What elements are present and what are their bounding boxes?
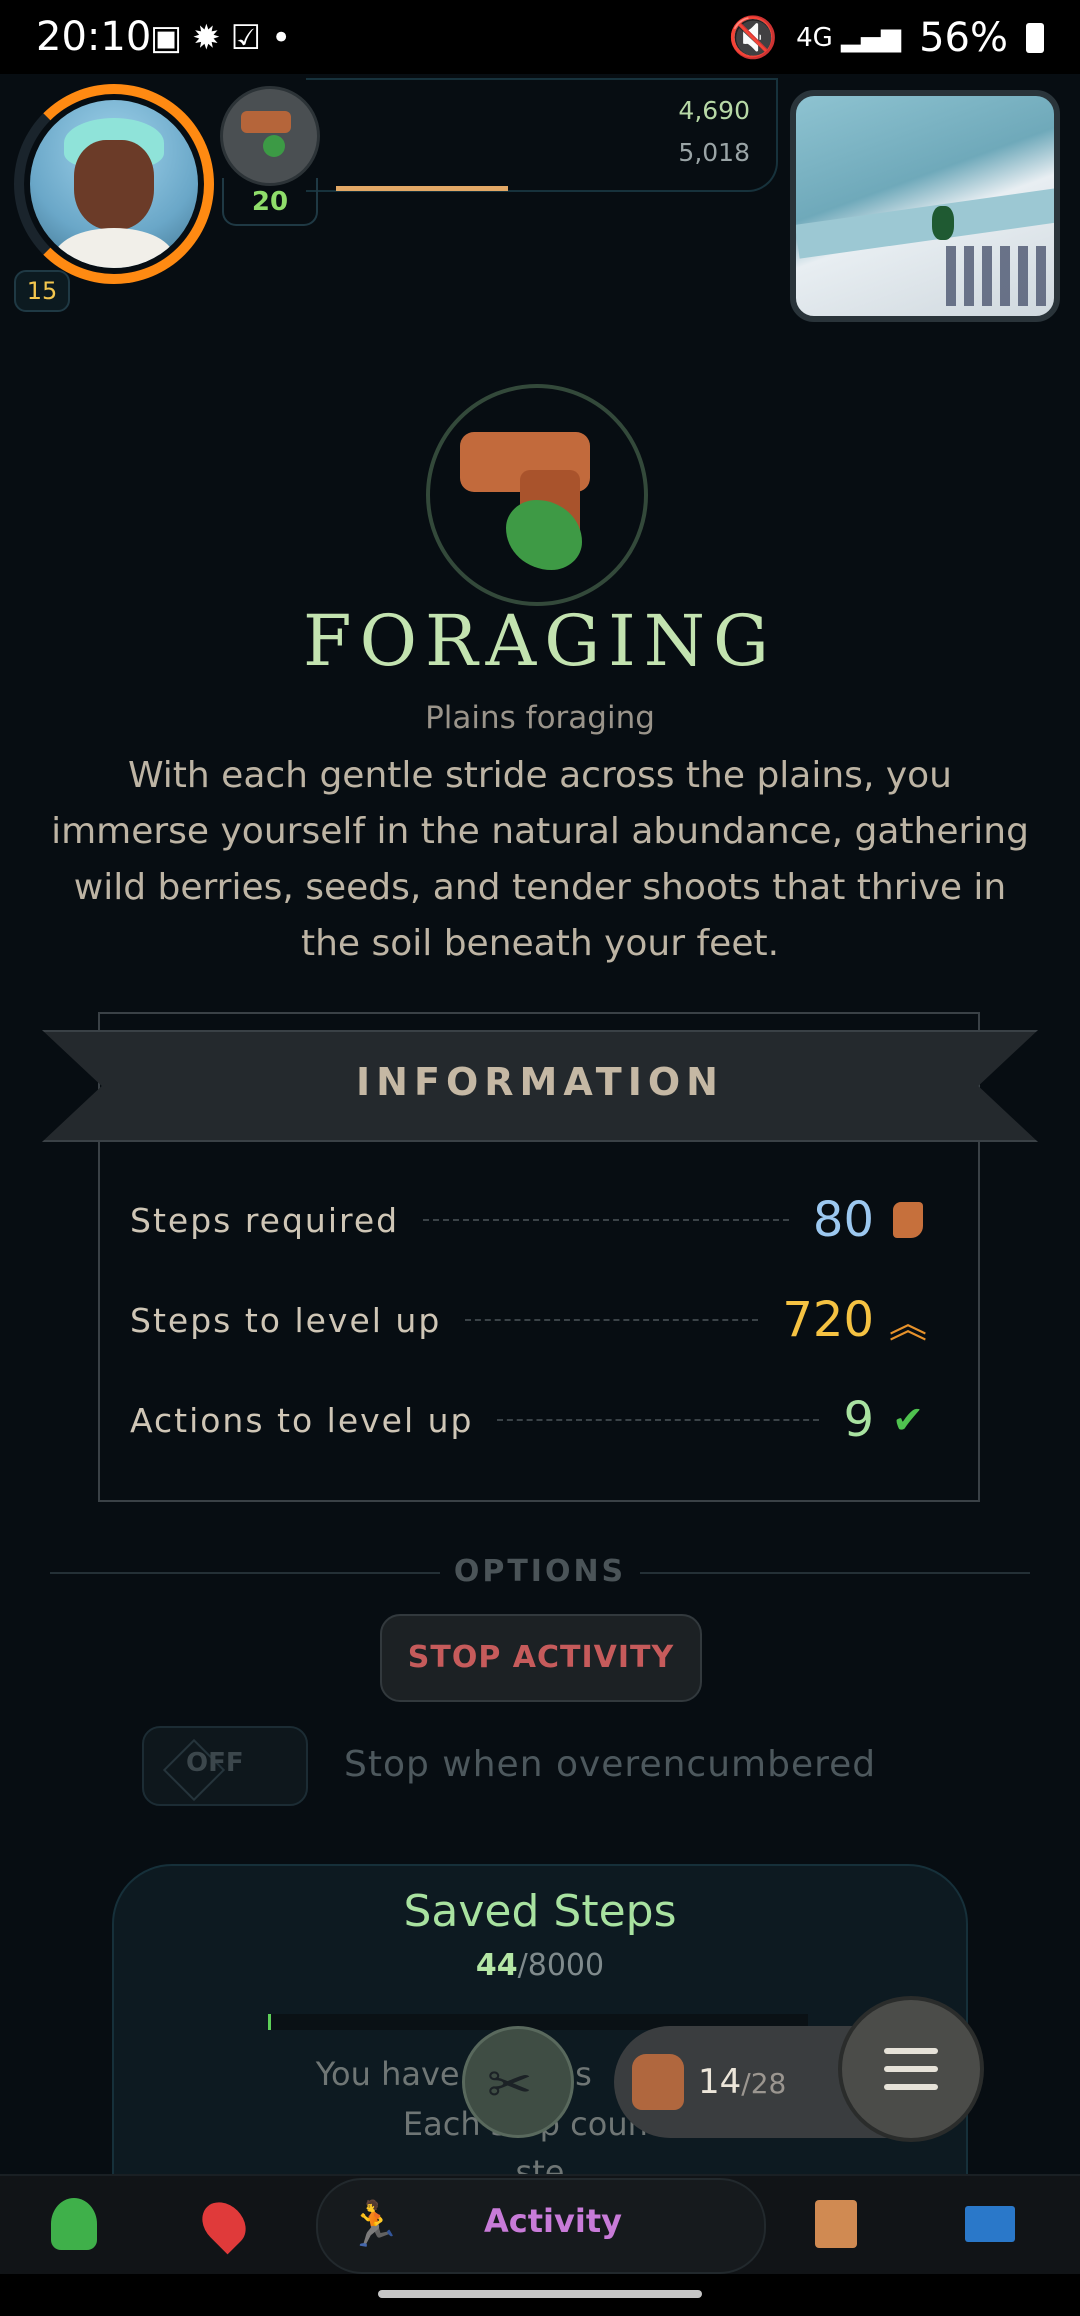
info-label: Actions to level up (130, 1400, 474, 1440)
map-pin-icon[interactable] (193, 2193, 255, 2255)
dotted-leader (497, 1419, 820, 1421)
status-right: 🔇 4G ▂▄▆ 56% (728, 14, 1044, 61)
toggle-state: OFF (186, 1748, 244, 1778)
tool-button[interactable]: ✂ (462, 2026, 574, 2138)
stop-activity-button[interactable]: STOP ACTIVITY (380, 1614, 702, 1702)
inventory-count: 14/28 (698, 2062, 787, 2102)
dot-icon: • (271, 18, 302, 58)
info-value: 9 (843, 1392, 874, 1448)
battery-icon (1026, 22, 1044, 53)
info-label: Steps required (130, 1200, 400, 1240)
skill-description: With each gentle stride across the plain… (51, 755, 1029, 964)
boot-icon (886, 1198, 930, 1242)
page-subtitle: Plains foraging (425, 700, 655, 736)
status-time: 20:10 (36, 14, 152, 60)
avatar-face (74, 140, 154, 230)
status-bar: 20:10 ▣✹☑• 🔇 4G ▂▄▆ 56% (0, 0, 1080, 74)
chevron-up-icon: ︽ (888, 1301, 927, 1346)
info-row-actions-to-level: Actions to level up 9 ✔ (130, 1390, 930, 1450)
avatar[interactable] (30, 100, 198, 268)
info-label: Steps to level up (130, 1300, 442, 1340)
minimap-player-marker (932, 206, 954, 240)
hamburger-line (884, 2066, 938, 2072)
notification-icons: ▣✹☑• (150, 18, 301, 58)
info-row-steps-required: Steps required 80 (130, 1190, 930, 1250)
skill-level: 20 (222, 178, 318, 226)
toggle-label: Stop when overencumbered (344, 1744, 877, 1785)
minimap-trees (946, 246, 1054, 306)
image-icon: ▣ (150, 18, 193, 58)
check-icon: ✔ (892, 1398, 924, 1442)
info-value: 720 (782, 1292, 874, 1348)
saved-steps-bar-fill (268, 2014, 271, 2030)
skill-icon-small[interactable] (220, 86, 320, 186)
information-heading: INFORMATION (356, 1060, 724, 1104)
mute-icon: 🔇 (728, 15, 779, 61)
xp-next: 5,018 (678, 138, 750, 167)
saved-steps-title: Saved Steps (403, 1886, 677, 1937)
minimap[interactable] (790, 90, 1060, 322)
avatar-shirt (54, 228, 174, 268)
info-value: 80 (812, 1192, 874, 1248)
dotted-leader (465, 1319, 759, 1321)
character-icon[interactable] (44, 2194, 104, 2254)
gear-icon: ✹ (192, 18, 231, 58)
hamburger-line (884, 2048, 938, 2054)
character-level-badge: 15 (14, 270, 70, 312)
signal-icon: 4G ▂▄▆ (796, 22, 902, 53)
saved-steps-count: 44/8000 (475, 1948, 605, 1983)
xp-bar-fill (336, 186, 508, 191)
dotted-leader (423, 1219, 789, 1221)
pliers-icon: ✂ (487, 2053, 533, 2116)
page-title: FORAGING (303, 600, 777, 682)
hand-icon (241, 111, 291, 133)
gesture-bar[interactable] (378, 2290, 702, 2298)
menu-button[interactable] (842, 2000, 980, 2138)
battery-percent: 56% (919, 14, 1008, 61)
quest-scroll-icon[interactable] (806, 2194, 866, 2254)
nav-active-label[interactable]: Activity (484, 2202, 622, 2240)
xp-current: 4,690 (678, 96, 750, 125)
activity-icon[interactable]: 🏃 (344, 2194, 404, 2254)
list-icon[interactable] (960, 2194, 1020, 2254)
backpack-icon (632, 2054, 684, 2110)
checkbox-icon: ☑ (230, 18, 272, 58)
options-heading: OPTIONS (453, 1554, 627, 1589)
herb-icon (263, 135, 285, 157)
hamburger-line (884, 2084, 938, 2090)
info-row-steps-to-level: Steps to level up 720 ︽ (130, 1290, 930, 1350)
